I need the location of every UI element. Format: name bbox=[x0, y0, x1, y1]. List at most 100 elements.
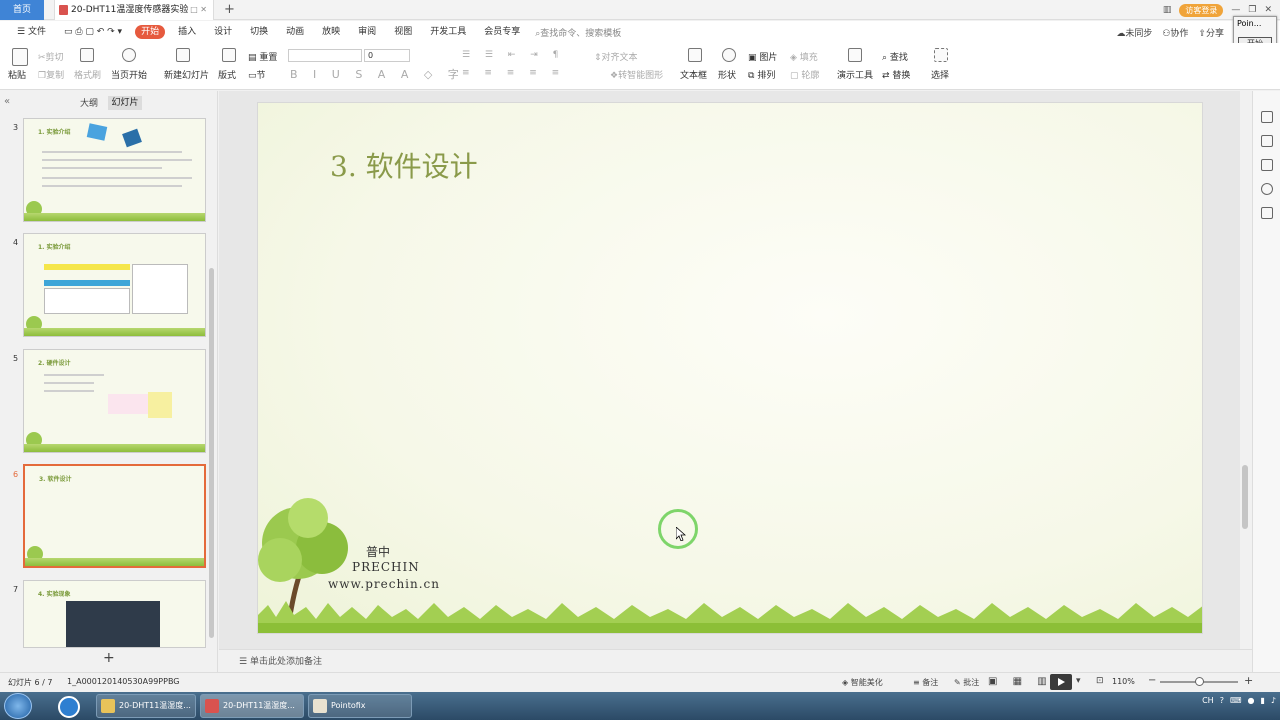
notes-placeholder[interactable]: ☰ 单击此处添加备注 bbox=[239, 654, 322, 667]
shape-button[interactable]: 形状 bbox=[718, 68, 736, 81]
add-slide-icon[interactable]: + bbox=[103, 650, 115, 666]
command-search[interactable]: ⌕查找命令、搜索模板 bbox=[535, 26, 621, 39]
new-slide-icon[interactable] bbox=[176, 48, 190, 62]
comments-toggle[interactable]: ✎ 批注 bbox=[954, 677, 979, 688]
format-painter-button[interactable]: 格式刷 bbox=[74, 68, 101, 81]
zoom-out-icon[interactable]: − bbox=[1148, 675, 1156, 686]
slide-thumbnail-selected[interactable]: 3. 软件设计 bbox=[23, 464, 206, 568]
arrange-button[interactable]: ⧉ 排列 bbox=[748, 68, 775, 81]
share-button[interactable]: ⇪分享 bbox=[1198, 26, 1224, 39]
menu-home[interactable]: 开始 bbox=[135, 25, 166, 39]
thumbnail-scrollbar[interactable] bbox=[209, 268, 214, 638]
gallery-icon[interactable] bbox=[1261, 207, 1273, 219]
select-button[interactable]: 选择 bbox=[931, 68, 949, 81]
play-options-icon[interactable]: ▾ bbox=[1076, 676, 1081, 686]
section-button[interactable]: ▭节 bbox=[248, 68, 266, 81]
new-tab-button[interactable]: + bbox=[224, 0, 238, 20]
layout-icon[interactable]: ▥ bbox=[1163, 5, 1172, 15]
copy-icon[interactable] bbox=[1261, 159, 1273, 171]
start-button[interactable] bbox=[4, 693, 32, 719]
hamburger-menu-icon[interactable]: ☰ 文件 bbox=[8, 21, 55, 43]
font-size-select[interactable]: 0 bbox=[364, 49, 410, 62]
fill-button[interactable]: ◈ 填充 bbox=[790, 50, 818, 63]
paragraph-align-buttons[interactable]: ≡ ≡ ≡ ≡ ≡ bbox=[462, 68, 565, 78]
menu-developer[interactable]: 开发工具 bbox=[421, 21, 475, 43]
slide-thumbnail[interactable]: 4. 实验现象 bbox=[23, 580, 206, 648]
smart-beautify-button[interactable]: ◈ 智能美化 bbox=[842, 677, 883, 688]
maximize-icon[interactable]: ❐ bbox=[1248, 5, 1256, 15]
layout-button[interactable]: 版式 bbox=[218, 68, 236, 81]
replace-button[interactable]: ⇄ 替换 bbox=[882, 68, 910, 81]
format-painter-icon[interactable] bbox=[80, 48, 94, 62]
view-mode-buttons[interactable]: ▣ ▦ ▥ bbox=[988, 676, 1053, 687]
tray-app-icon[interactable]: ● bbox=[1248, 696, 1255, 705]
notes-pane[interactable] bbox=[219, 649, 1252, 671]
taskbar-item-wps[interactable]: 20-DHT11温湿度... bbox=[200, 694, 304, 718]
select-icon[interactable] bbox=[934, 48, 948, 62]
settings-sliders-icon[interactable] bbox=[1261, 111, 1273, 123]
play-current-icon[interactable] bbox=[122, 48, 136, 62]
slide-title[interactable]: 3. 软件设计 bbox=[330, 145, 478, 185]
sogou-icon[interactable] bbox=[58, 696, 80, 718]
menu-file[interactable]: 文件 bbox=[28, 27, 46, 37]
paste-button[interactable]: 粘贴 bbox=[8, 68, 26, 81]
document-tab[interactable]: 20-DHT11温湿度传感器实验 □ ✕ bbox=[54, 0, 214, 20]
visitor-login-button[interactable]: 访客登录 bbox=[1179, 3, 1224, 17]
menu-review[interactable]: 审阅 bbox=[349, 21, 385, 43]
slide-thumbnail[interactable]: 1. 实验介绍 bbox=[23, 118, 206, 222]
menu-view[interactable]: 视图 bbox=[385, 21, 421, 43]
present-tools-icon[interactable] bbox=[848, 48, 862, 62]
close-window-icon[interactable]: ✕ bbox=[1264, 5, 1272, 15]
fit-window-icon[interactable]: ⊡ bbox=[1096, 676, 1104, 686]
help-icon[interactable] bbox=[1261, 183, 1273, 195]
menu-slideshow[interactable]: 放映 bbox=[313, 21, 349, 43]
zoom-in-icon[interactable]: + bbox=[1244, 674, 1253, 687]
tab-close-icon[interactable]: □ ✕ bbox=[190, 0, 207, 20]
language-indicator[interactable]: CH bbox=[1202, 696, 1214, 705]
textbox-icon[interactable] bbox=[688, 48, 702, 62]
copy-button[interactable]: ❐复制 bbox=[38, 68, 64, 81]
pin-icon[interactable] bbox=[1261, 135, 1273, 147]
cut-button[interactable]: ✂剪切 bbox=[38, 50, 64, 63]
new-slide-button[interactable]: 新建幻灯片 bbox=[164, 68, 209, 81]
menu-insert[interactable]: 插入 bbox=[169, 21, 205, 43]
play-slideshow-button[interactable] bbox=[1050, 674, 1072, 690]
collab-button[interactable]: ⚇协作 bbox=[1162, 26, 1188, 39]
font-name-select[interactable] bbox=[288, 49, 362, 62]
slide[interactable]: 3. 软件设计 普中 PRECHIN www.prechin.cn bbox=[257, 102, 1203, 634]
collapse-panel-icon[interactable]: « bbox=[4, 96, 10, 107]
menu-animation[interactable]: 动画 bbox=[277, 21, 313, 43]
slide-thumbnail[interactable]: 2. 硬件设计 bbox=[23, 349, 206, 453]
zoom-slider-knob[interactable] bbox=[1194, 677, 1204, 686]
textbox-button[interactable]: 文本框 bbox=[680, 68, 707, 81]
slide-thumbnail[interactable]: 1. 实验介绍 bbox=[23, 233, 206, 337]
present-tools-button[interactable]: 演示工具 bbox=[837, 68, 873, 81]
keyboard-icon[interactable]: ⌨ bbox=[1230, 696, 1242, 705]
picture-button[interactable]: ▣ 图片 bbox=[748, 50, 777, 63]
menu-transition[interactable]: 切换 bbox=[241, 21, 277, 43]
taskbar-item-folder[interactable]: 20-DHT11温湿度... bbox=[96, 694, 196, 718]
canvas-scrollbar-thumb[interactable] bbox=[1242, 465, 1248, 529]
reset-button[interactable]: ▤ 重置 bbox=[248, 50, 277, 63]
list-buttons[interactable]: ☰ ☰ ⇤ ⇥ ¶ bbox=[462, 50, 564, 60]
tab-outline[interactable]: 大纲 bbox=[80, 96, 98, 109]
outline-button[interactable]: ▢ 轮廓 bbox=[790, 68, 819, 81]
find-button[interactable]: ⌕ 查找 bbox=[882, 50, 908, 63]
font-style-buttons[interactable]: B I U S A A ◇ 字 bbox=[290, 66, 465, 82]
network-icon[interactable]: ▮ bbox=[1260, 696, 1264, 705]
paste-icon[interactable] bbox=[12, 48, 28, 66]
tab-slides[interactable]: 幻灯片 bbox=[108, 96, 142, 110]
home-tab[interactable]: 首页 bbox=[0, 0, 44, 20]
taskbar-item-pointofix[interactable]: Pointofix bbox=[308, 694, 412, 718]
convert-smartart-button[interactable]: ❖转智能图形 bbox=[610, 68, 663, 81]
sync-status[interactable]: ☁未同步 bbox=[1116, 26, 1152, 39]
zoom-level[interactable]: 110% bbox=[1112, 677, 1135, 686]
notes-toggle[interactable]: ≡ 备注 bbox=[913, 677, 938, 688]
align-text-button[interactable]: ⇕对齐文本 bbox=[594, 50, 638, 63]
menu-design[interactable]: 设计 bbox=[205, 21, 241, 43]
start-current-button[interactable]: 当页开始 bbox=[111, 68, 147, 81]
shape-icon[interactable] bbox=[722, 48, 736, 62]
canvas-scrollbar[interactable] bbox=[1240, 91, 1250, 649]
minimize-icon[interactable]: — bbox=[1231, 5, 1240, 15]
volume-icon[interactable]: ♪ bbox=[1271, 696, 1276, 705]
